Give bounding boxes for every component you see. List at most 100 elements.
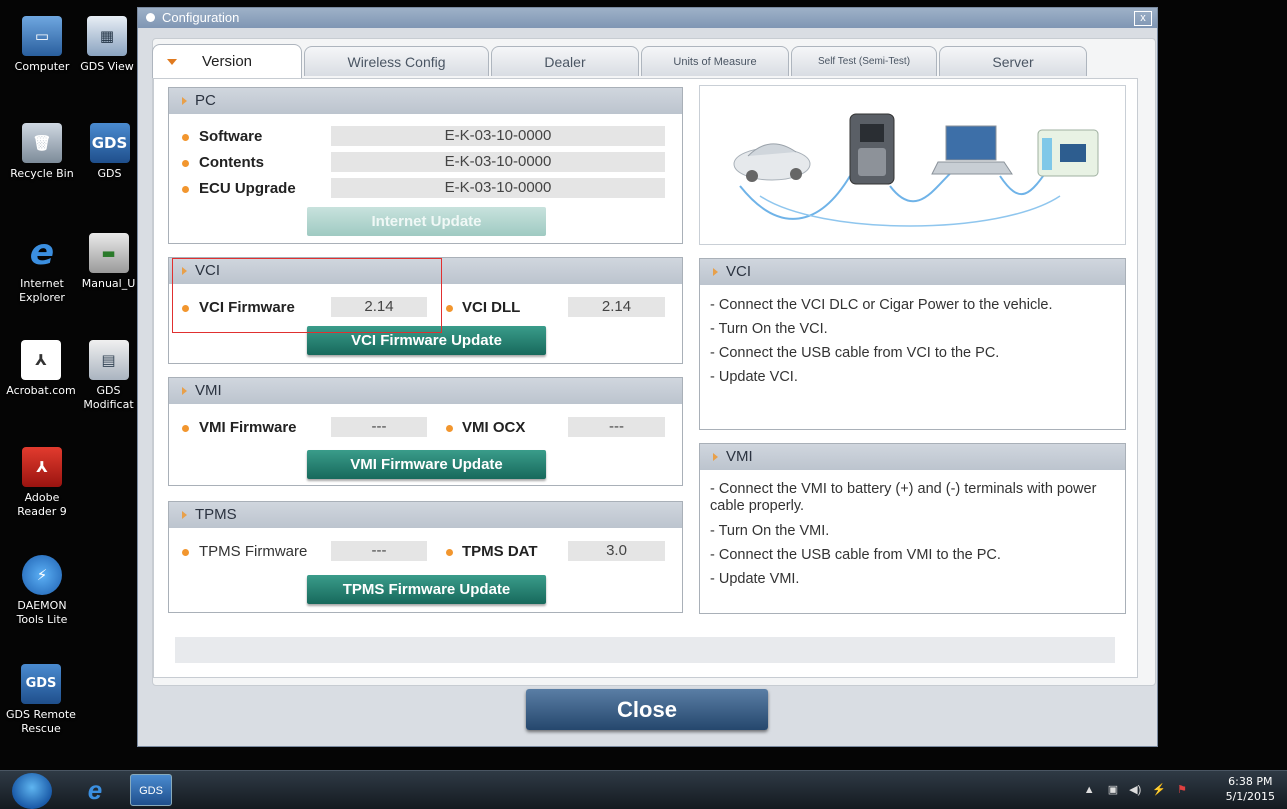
tab-self-test[interactable]: Self Test (Semi-Test) [791, 46, 937, 76]
tpms-firmware-update-button[interactable]: TPMS Firmware Update [307, 575, 546, 604]
gds-remote-rescue-icon: GDS [21, 664, 61, 704]
acrobat-com-icon: ⅄ [21, 340, 61, 380]
tpms-dat-value: 3.0 [568, 541, 665, 561]
car-icon [733, 143, 811, 182]
tab-label: Server [992, 54, 1034, 70]
window-menu-icon[interactable] [146, 13, 155, 22]
instruction-line: - Update VMI. [710, 571, 800, 587]
taskbar-item-gds[interactable]: GDS [130, 774, 172, 806]
manual-icon: ▬ [88, 233, 129, 273]
instruction-line: - Turn On the VCI. [710, 321, 828, 337]
system-tray[interactable]: ▲ ▣ ◀) ⚡ ⚑ [1084, 783, 1187, 796]
tab-label: Wireless Config [347, 54, 446, 70]
connection-illustration [699, 85, 1126, 245]
tab-units-of-measure[interactable]: Units of Measure [641, 46, 789, 76]
tab-label: Self Test (Semi-Test) [817, 56, 911, 67]
clock-time: 6:38 PM [1228, 775, 1273, 788]
daemon-tools-icon: ⚡ [22, 555, 62, 595]
network-icon[interactable]: ▣ [1108, 784, 1118, 796]
tab-version[interactable]: Version [152, 44, 302, 78]
desktop-icon-label: DAEMON Tools Lite [16, 599, 68, 626]
arrow-right-icon [713, 268, 718, 276]
desktop-icon-label: GDS View [80, 60, 134, 73]
power-icon[interactable]: ⚡ [1152, 784, 1166, 796]
vci-info-panel: VCI - Connect the VCI DLC or Cigar Power… [699, 258, 1126, 430]
tab-wireless-config[interactable]: Wireless Config [304, 46, 489, 76]
desktop-icon-label: GDS [97, 167, 122, 180]
bullet-icon [446, 305, 453, 312]
desktop-icon-internet-explorer[interactable]: e Internet Explorer [7, 233, 77, 305]
panel-title: VMI [726, 448, 753, 465]
desktop-icon-manual[interactable]: ▬ Manual_U [80, 233, 137, 291]
bullet-icon [182, 186, 189, 193]
volume-icon[interactable]: ◀) [1129, 784, 1141, 796]
internet-explorer-taskbar-icon[interactable]: e [72, 774, 118, 806]
status-bar [175, 637, 1115, 663]
tab-dealer[interactable]: Dealer [491, 46, 639, 76]
ecu-upgrade-row: ECU Upgrade E-K-03-10-0000 [182, 178, 672, 200]
show-hidden-icons-icon[interactable]: ▲ [1084, 784, 1095, 796]
instruction-line: - Connect the VMI to battery (+) and (-)… [710, 481, 1097, 514]
desktop-icon-label: Recycle Bin [10, 167, 74, 180]
instruction-line: - Connect the VCI DLC or Cigar Power to … [710, 297, 1053, 313]
action-center-icon[interactable]: ⚑ [1177, 784, 1187, 796]
desktop-icon-acrobat-com[interactable]: ⅄ Acrobat.com [2, 340, 80, 398]
desktop-icon-gds-remote-rescue[interactable]: GDS GDS Remote Rescue [2, 664, 80, 736]
software-label: Software [199, 128, 263, 145]
window-titlebar[interactable]: Configuration x [138, 8, 1157, 28]
window-close-icon[interactable]: x [1134, 11, 1152, 26]
tpms-firmware-label: TPMS Firmware [199, 543, 308, 560]
desktop-icon-label: Computer [14, 60, 70, 73]
tab-server[interactable]: Server [939, 46, 1087, 76]
close-button[interactable]: Close [526, 689, 768, 730]
vmi-device-icon [1037, 129, 1099, 177]
desktop-icon-label: Adobe Reader 9 [17, 491, 67, 518]
vci-firmware-value: 2.14 [331, 297, 427, 317]
bullet-icon [182, 305, 189, 312]
bullet-icon [182, 549, 189, 556]
vmi-firmware-update-button[interactable]: VMI Firmware Update [307, 450, 546, 479]
vci-firmware-row: VCI Firmware 2.14 VCI DLL 2.14 [182, 297, 672, 319]
contents-value: E-K-03-10-0000 [331, 152, 665, 172]
contents-row: Contents E-K-03-10-0000 [182, 152, 672, 174]
vci-dll-label: VCI DLL [462, 299, 521, 316]
gds-view-icon: ▦ [87, 16, 127, 56]
vci-instructions: - Connect the VCI DLC or Cigar Power to … [710, 293, 1115, 389]
instruction-line: - Turn On the VMI. [710, 523, 830, 539]
internet-update-button[interactable]: Internet Update [307, 207, 546, 236]
desktop-icon-daemon-tools[interactable]: ⚡ DAEMON Tools Lite [7, 555, 77, 627]
instruction-line: - Connect the USB cable from VCI to the … [710, 345, 1000, 361]
tab-bar: Version Wireless Config Dealer Units of … [152, 44, 1087, 80]
ecu-upgrade-value: E-K-03-10-0000 [331, 178, 665, 198]
desktop-icon-label: Internet Explorer [19, 277, 65, 304]
vmi-info-header: VMI [700, 444, 1125, 470]
desktop-icon-gds-modification[interactable]: ▤ GDS Modificat [80, 340, 137, 412]
vci-panel: VCI VCI Firmware 2.14 VCI DLL 2.14 VCI F… [168, 257, 683, 364]
vci-info-header: VCI [700, 259, 1125, 285]
vci-panel-header: VCI [169, 258, 682, 284]
gds-modification-icon: ▤ [88, 340, 129, 380]
panel-title: TPMS [195, 506, 237, 523]
internet-explorer-icon: e [29, 232, 55, 273]
arrow-right-icon [182, 387, 187, 395]
vehicle-vci-pc-diagram [733, 113, 1099, 227]
start-button[interactable] [12, 773, 52, 809]
tpms-firmware-value: --- [331, 541, 427, 561]
desktop-icon-label: Manual_U [81, 277, 136, 290]
instruction-line: - Connect the USB cable from VMI to the … [710, 547, 1001, 563]
computer-icon: ▭ [22, 16, 62, 56]
taskbar-clock[interactable]: 6:38 PM 5/1/2015 [1226, 774, 1275, 804]
ecu-upgrade-label: ECU Upgrade [199, 180, 296, 197]
tpms-dat-label: TPMS DAT [462, 543, 538, 560]
bullet-icon [182, 425, 189, 432]
desktop-icon-recycle-bin[interactable]: 🗑 Recycle Bin [7, 123, 77, 181]
desktop-icon-gds[interactable]: GDS GDS [82, 123, 137, 181]
desktop-icon-computer[interactable]: ▭ Computer [7, 16, 77, 74]
vci-firmware-update-button[interactable]: VCI Firmware Update [307, 326, 546, 355]
adobe-reader-icon: ⅄ [22, 447, 62, 487]
vci-dll-value: 2.14 [568, 297, 665, 317]
desktop-icon-gds-view[interactable]: ▦ GDS View [77, 16, 137, 74]
desktop-icon-adobe-reader[interactable]: ⅄ Adobe Reader 9 [7, 447, 77, 519]
recycle-bin-icon: 🗑 [22, 123, 62, 163]
tab-label: Version [201, 53, 253, 70]
